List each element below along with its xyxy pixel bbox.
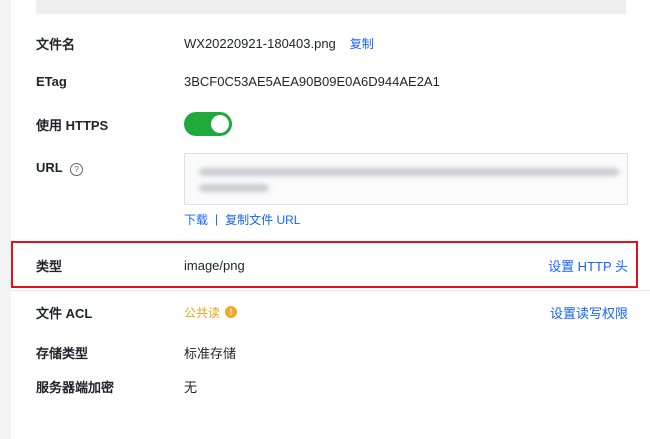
type-row: 类型 image/png 设置 HTTP 头 bbox=[36, 254, 628, 276]
left-gutter bbox=[0, 0, 11, 439]
filename-label: 文件名 bbox=[36, 36, 76, 52]
url-actions: 下载 | 复制文件 URL bbox=[184, 210, 300, 228]
encryption-row: 服务器端加密 无 bbox=[36, 375, 628, 397]
acl-row: 文件 ACL 公共读 ! 设置读写权限 bbox=[36, 301, 628, 323]
action-separator: | bbox=[215, 212, 219, 226]
https-row: 使用 HTTPS bbox=[36, 111, 628, 137]
acl-value-group: 公共读 ! bbox=[184, 304, 238, 321]
set-acl-link[interactable]: 设置读写权限 bbox=[550, 303, 628, 322]
filename-row: 文件名 WX20220921-180403.png 复制 bbox=[36, 32, 628, 54]
encryption-value: 无 bbox=[184, 379, 198, 395]
url-label: URL bbox=[36, 160, 63, 176]
file-detail-panel: 文件名 WX20220921-180403.png 复制 ETag 3BCF0C… bbox=[0, 0, 650, 439]
url-display-box[interactable] bbox=[184, 153, 628, 205]
type-value: image/png bbox=[184, 257, 245, 273]
type-label: 类型 bbox=[36, 258, 63, 274]
storage-class-label: 存储类型 bbox=[36, 345, 89, 361]
toggle-knob bbox=[211, 115, 229, 133]
https-label: 使用 HTTPS bbox=[36, 117, 109, 133]
filename-value: WX20220921-180403.png bbox=[184, 35, 336, 51]
https-toggle[interactable] bbox=[184, 112, 232, 136]
top-banner bbox=[36, 0, 626, 14]
url-label-group: URL ? bbox=[36, 160, 184, 176]
question-circle-icon[interactable]: ? bbox=[70, 162, 84, 176]
copy-url-link[interactable]: 复制文件 URL bbox=[225, 211, 300, 228]
etag-value: 3BCF0C53AE5AEA90B09E0A6D944AE2A1 bbox=[184, 73, 440, 89]
storage-class-value: 标准存储 bbox=[184, 345, 237, 361]
etag-label: ETag bbox=[36, 73, 67, 89]
acl-label: 文件 ACL bbox=[36, 305, 93, 321]
redacted-url-line bbox=[199, 184, 269, 192]
etag-row: ETag 3BCF0C53AE5AEA90B09E0A6D944AE2A1 bbox=[36, 70, 628, 92]
warning-icon[interactable]: ! bbox=[225, 306, 238, 318]
acl-value: 公共读 bbox=[184, 305, 221, 320]
download-link[interactable]: 下载 bbox=[184, 211, 208, 228]
set-http-header-link[interactable]: 设置 HTTP 头 bbox=[548, 256, 628, 275]
divider bbox=[11, 290, 650, 291]
copy-filename-link[interactable]: 复制 bbox=[350, 35, 374, 52]
storage-class-row: 存储类型 标准存储 bbox=[36, 341, 628, 363]
encryption-label: 服务器端加密 bbox=[36, 379, 115, 395]
redacted-url-line bbox=[199, 168, 619, 176]
